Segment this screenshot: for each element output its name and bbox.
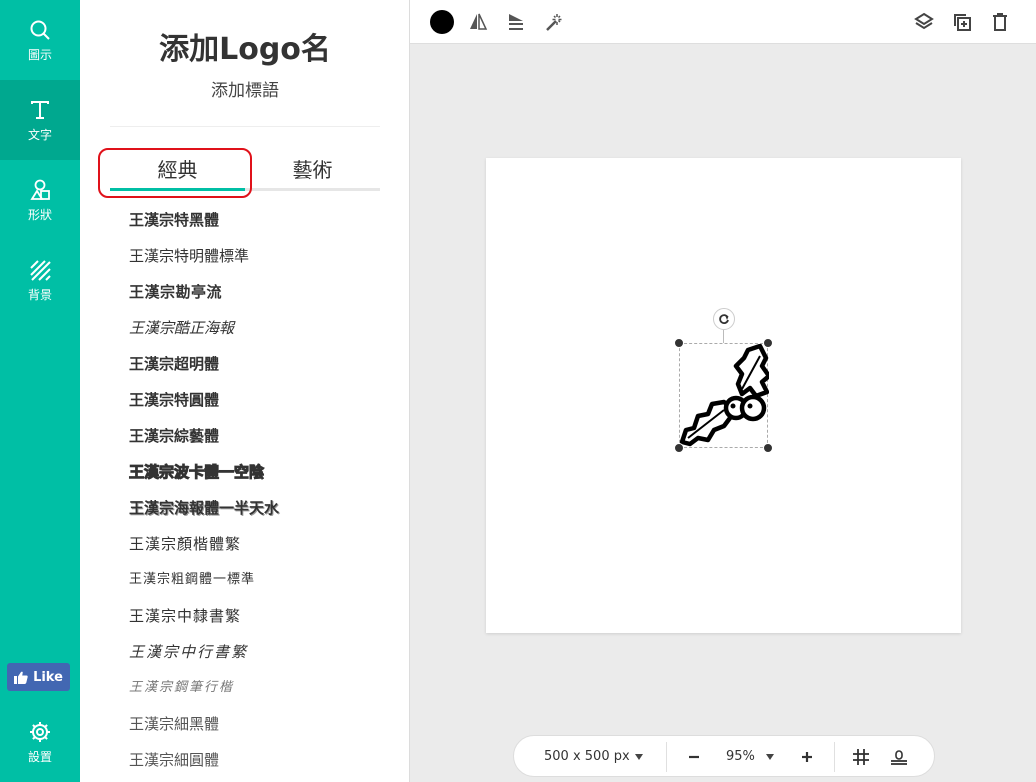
gear-icon (30, 722, 50, 742)
rail-item-label: 形狀 (27, 208, 52, 222)
top-toolbar (410, 0, 1036, 44)
add-slogan-button[interactable]: 添加標語 (80, 76, 409, 101)
font-item[interactable]: 王漢宗鋼筆行楷 (129, 670, 389, 706)
font-item[interactable]: 王漢宗波卡體一空陰 (129, 454, 389, 490)
divider (110, 126, 380, 127)
resize-handle-bottom-right[interactable] (763, 443, 773, 453)
rail-item-label: 文字 (27, 128, 52, 142)
facebook-like-button[interactable]: Like (7, 663, 70, 691)
separator (834, 742, 835, 772)
color-picker-button[interactable] (428, 8, 456, 36)
font-item[interactable]: 王漢宗海報體一半天水 (129, 490, 389, 526)
rail-item-settings[interactable]: 設置 (0, 702, 80, 782)
font-item[interactable]: 王漢宗特黑體 (129, 202, 389, 238)
flip-button[interactable] (464, 8, 492, 36)
rotate-handle[interactable] (713, 308, 735, 330)
magic-wand-icon (546, 14, 562, 31)
rotate-handle-line (723, 330, 724, 343)
layers-button[interactable] (910, 8, 938, 36)
text-icon (31, 101, 49, 119)
align-center-button[interactable] (889, 747, 909, 767)
duplicate-icon (954, 14, 971, 31)
rail-item-shapes[interactable]: 形狀 (0, 160, 80, 240)
grid-toggle-button[interactable] (851, 747, 871, 767)
color-swatch (430, 10, 454, 34)
zoom-in-button[interactable] (797, 747, 817, 767)
zoom-level[interactable]: 95% (726, 736, 755, 778)
font-item[interactable]: 王漢宗特明體標準 (129, 238, 389, 274)
rail-item-label: 設置 (27, 750, 52, 764)
font-item[interactable]: 王漢宗酷正海報 (129, 310, 389, 346)
font-item[interactable]: 王漢宗粗鋼體一標準 (129, 562, 389, 598)
rotate-icon (719, 314, 729, 324)
holly-berry-icon (680, 344, 769, 447)
trash-icon (993, 13, 1007, 31)
flip-icon (470, 13, 488, 30)
search-icon (30, 20, 50, 40)
text-panel: 添加Logo名 添加標語 經典 藝術 王漢宗特黑體 王漢宗特明體標準 王漢宗勘亭… (80, 0, 410, 782)
font-item[interactable]: 王漢宗細圓體 (129, 742, 389, 778)
font-list: 王漢宗特黑體 王漢宗特明體標準 王漢宗勘亭流 王漢宗酷正海報 王漢宗超明體 王漢… (129, 202, 389, 778)
rail-item-background[interactable]: 背景 (0, 240, 80, 320)
canvas-size-dropdown[interactable] (629, 747, 649, 767)
layers-icon (914, 12, 934, 30)
tab-artistic[interactable]: 藝術 (245, 150, 380, 190)
shapes-icon (30, 179, 50, 200)
minus-icon (689, 755, 699, 759)
align-button[interactable] (502, 8, 530, 36)
chevron-down-icon (635, 754, 643, 760)
tab-active-indicator (110, 188, 245, 191)
align-icon (509, 14, 523, 30)
resize-handle-top-right[interactable] (763, 338, 773, 348)
resize-handle-top-left[interactable] (674, 338, 684, 348)
font-item[interactable]: 王漢宗超明體 (129, 346, 389, 382)
rail-item-label: 圖示 (27, 48, 52, 62)
font-item[interactable]: 王漢宗中隸書繁 (129, 598, 389, 634)
chevron-down-icon (766, 754, 774, 760)
zoom-out-button[interactable] (684, 747, 704, 767)
font-item[interactable]: 王漢宗中行書繁 (129, 634, 389, 670)
selection-box[interactable] (679, 343, 769, 448)
duplicate-button[interactable] (948, 8, 976, 36)
font-item[interactable]: 王漢宗特圓體 (129, 382, 389, 418)
thumbs-up-icon (14, 671, 28, 684)
grid-icon (853, 749, 869, 765)
font-item[interactable]: 王漢宗綜藝體 (129, 418, 389, 454)
font-category-tabs: 經典 藝術 (110, 150, 380, 192)
background-pattern-icon (30, 260, 51, 281)
font-item[interactable]: 王漢宗勘亭流 (129, 274, 389, 310)
delete-button[interactable] (986, 8, 1014, 36)
left-rail: 圖示 文字 形狀 背景 Like 設置 (0, 0, 80, 782)
rail-item-label: 背景 (27, 288, 52, 302)
plus-icon (802, 752, 812, 762)
zoom-dropdown[interactable] (760, 747, 780, 767)
resize-handle-bottom-left[interactable] (674, 443, 684, 453)
rail-item-text[interactable]: 文字 (0, 80, 80, 160)
effects-button[interactable] (540, 8, 568, 36)
rail-item-icons[interactable]: 圖示 (0, 0, 80, 80)
tab-classic[interactable]: 經典 (110, 150, 245, 190)
align-bottom-icon (891, 750, 907, 765)
canvas-size-select[interactable]: 500 x 500 px (544, 736, 630, 778)
add-logo-name-button[interactable]: 添加Logo名 (80, 24, 409, 68)
font-item[interactable]: 王漢宗顏楷體繁 (129, 526, 389, 562)
facebook-like-label: Like (33, 669, 63, 685)
canvas-controls: 500 x 500 px 95% (513, 735, 935, 777)
font-item[interactable]: 王漢宗細黑體 (129, 706, 389, 742)
separator (666, 742, 667, 772)
